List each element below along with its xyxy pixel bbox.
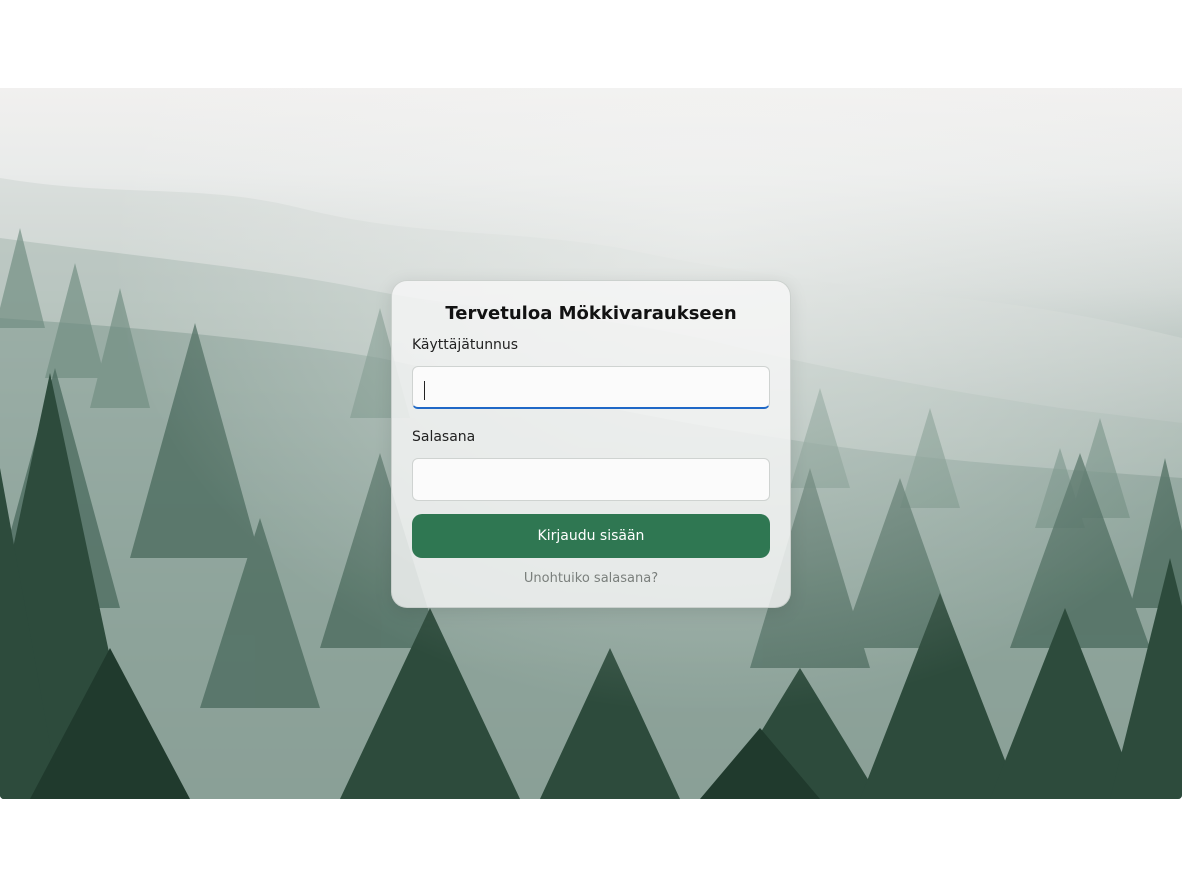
login-title: Tervetuloa Mökkivaraukseen — [445, 303, 737, 324]
username-input[interactable] — [412, 366, 770, 409]
text-caret — [424, 381, 425, 400]
username-label: Käyttäjätunnus — [412, 337, 519, 353]
login-button[interactable]: Kirjaudu sisään — [412, 514, 770, 558]
forgot-password-link[interactable]: Unohtuiko salasana? — [412, 571, 770, 586]
login-card: Tervetuloa Mökkivaraukseen Käyttäjätunnu… — [391, 280, 791, 608]
password-label: Salasana — [412, 429, 476, 445]
password-input[interactable] — [412, 458, 770, 501]
